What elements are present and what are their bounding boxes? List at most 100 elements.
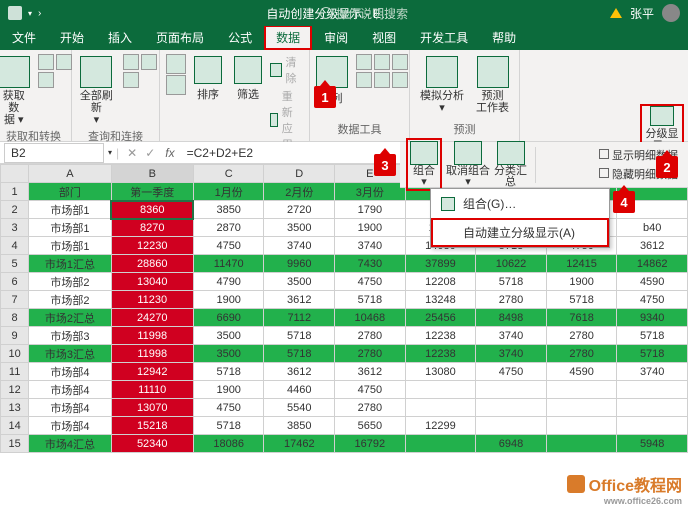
cell[interactable]: 12415 (546, 255, 617, 273)
cell[interactable]: 4590 (617, 273, 688, 291)
cell[interactable]: 11998 (111, 327, 193, 345)
cell[interactable]: 13248 (405, 291, 476, 309)
cell[interactable] (476, 417, 547, 435)
edit-links-icon[interactable] (123, 72, 139, 88)
cell[interactable]: 9340 (617, 309, 688, 327)
cell[interactable]: 5718 (264, 327, 335, 345)
cell[interactable]: 28860 (111, 255, 193, 273)
cell[interactable]: 1790 (335, 201, 406, 219)
row-header[interactable]: 14 (1, 417, 29, 435)
cell[interactable]: 12238 (405, 345, 476, 363)
cancel-icon[interactable]: ✕ (123, 146, 141, 160)
warning-icon[interactable] (610, 8, 622, 18)
subtotal-button[interactable]: 分类汇 总 (494, 141, 527, 188)
group-button[interactable]: 组合 ▾ (406, 138, 442, 191)
cell[interactable]: 11110 (111, 381, 193, 399)
cell[interactable]: 12299 (405, 417, 476, 435)
header-cell[interactable]: 1月份 (193, 183, 264, 201)
column-header[interactable]: A (29, 165, 111, 183)
cell[interactable]: 17462 (264, 435, 335, 453)
name-box[interactable]: B2 (4, 143, 104, 163)
cell[interactable]: 4590 (546, 363, 617, 381)
cell[interactable]: 11230 (111, 291, 193, 309)
cell[interactable]: 3850 (264, 417, 335, 435)
table-row[interactable]: 6市场部21304047903500475012208571819004590 (1, 273, 688, 291)
qat-dropdown-icon[interactable]: ▾ (28, 9, 32, 18)
table-row[interactable]: 9市场部31199835005718278012238374027805718 (1, 327, 688, 345)
relationships-icon[interactable] (374, 72, 390, 88)
cell[interactable]: 6690 (193, 309, 264, 327)
cell[interactable]: 3740 (476, 345, 547, 363)
cell[interactable]: 14862 (617, 255, 688, 273)
from-table-icon[interactable] (38, 72, 54, 88)
cell[interactable]: 5650 (335, 417, 406, 435)
cell[interactable]: 3612 (617, 237, 688, 255)
user-name[interactable]: 张平 (630, 5, 654, 22)
cell[interactable]: 4790 (193, 273, 264, 291)
cell[interactable]: 5540 (264, 399, 335, 417)
cell[interactable]: 2780 (335, 399, 406, 417)
cell[interactable]: 37899 (405, 255, 476, 273)
table-row[interactable]: 8市场2汇总2427066907112104682545684987618934… (1, 309, 688, 327)
cell[interactable]: 市场1汇总 (29, 255, 111, 273)
row-header[interactable]: 4 (1, 237, 29, 255)
cell[interactable]: 18086 (193, 435, 264, 453)
fx-icon[interactable]: fx (159, 146, 180, 160)
cell[interactable]: 5718 (546, 291, 617, 309)
cell[interactable]: 8360 (111, 201, 193, 219)
cell[interactable]: 3612 (335, 363, 406, 381)
cell[interactable]: 5718 (193, 417, 264, 435)
cell[interactable]: 8270 (111, 219, 193, 237)
cell[interactable]: 12942 (111, 363, 193, 381)
cell[interactable]: 10468 (335, 309, 406, 327)
column-header[interactable]: B (111, 165, 193, 183)
cell[interactable]: 5718 (617, 327, 688, 345)
column-header[interactable]: D (264, 165, 335, 183)
tab-home[interactable]: 开始 (48, 25, 96, 50)
cell[interactable]: 市场部2 (29, 291, 111, 309)
cell[interactable]: 市场部4 (29, 363, 111, 381)
cell[interactable]: 12208 (405, 273, 476, 291)
cell[interactable]: 3612 (264, 363, 335, 381)
tab-insert[interactable]: 插入 (96, 25, 144, 50)
qat-more-icon[interactable]: › (38, 8, 41, 19)
cell[interactable] (476, 381, 547, 399)
flash-fill-icon[interactable] (356, 54, 372, 70)
menu-auto-outline[interactable]: 自动建立分级显示(A) 4 (431, 218, 609, 247)
cell[interactable]: 13040 (111, 273, 193, 291)
cell[interactable]: 5718 (476, 273, 547, 291)
cell[interactable] (546, 399, 617, 417)
tab-help[interactable]: 帮助 (480, 25, 528, 50)
cell[interactable]: 16792 (335, 435, 406, 453)
cell[interactable] (617, 417, 688, 435)
header-cell[interactable]: 2月份 (264, 183, 335, 201)
cell[interactable] (546, 417, 617, 435)
cell[interactable]: 15218 (111, 417, 193, 435)
tab-data[interactable]: 数据 (264, 25, 312, 50)
cell[interactable]: 24270 (111, 309, 193, 327)
cell[interactable]: 2870 (193, 219, 264, 237)
refresh-all-button[interactable]: 全部刷新 ▾ (74, 54, 120, 128)
row-header[interactable]: 10 (1, 345, 29, 363)
cell[interactable]: 市场部3 (29, 327, 111, 345)
cell[interactable] (405, 399, 476, 417)
cell[interactable]: 12238 (405, 327, 476, 345)
cell[interactable]: 市场2汇总 (29, 309, 111, 327)
cell[interactable]: 市场部2 (29, 273, 111, 291)
cell[interactable]: 4460 (264, 381, 335, 399)
cell[interactable] (476, 399, 547, 417)
table-row[interactable]: 5市场1汇总2886011470996074303789910622124151… (1, 255, 688, 273)
cell[interactable]: 3500 (264, 273, 335, 291)
remove-dup-icon[interactable] (374, 54, 390, 70)
consolidate-icon[interactable] (356, 72, 372, 88)
cell[interactable] (405, 381, 476, 399)
filter-button[interactable]: 筛选 (230, 54, 266, 104)
cell[interactable]: 4750 (617, 291, 688, 309)
sort-za-icon[interactable] (166, 75, 186, 95)
header-cell[interactable]: 3月份 (335, 183, 406, 201)
cell[interactable] (546, 435, 617, 453)
row-header[interactable]: 7 (1, 291, 29, 309)
user-avatar-icon[interactable] (662, 4, 680, 22)
cell[interactable]: 5948 (617, 435, 688, 453)
cell[interactable]: 9960 (264, 255, 335, 273)
